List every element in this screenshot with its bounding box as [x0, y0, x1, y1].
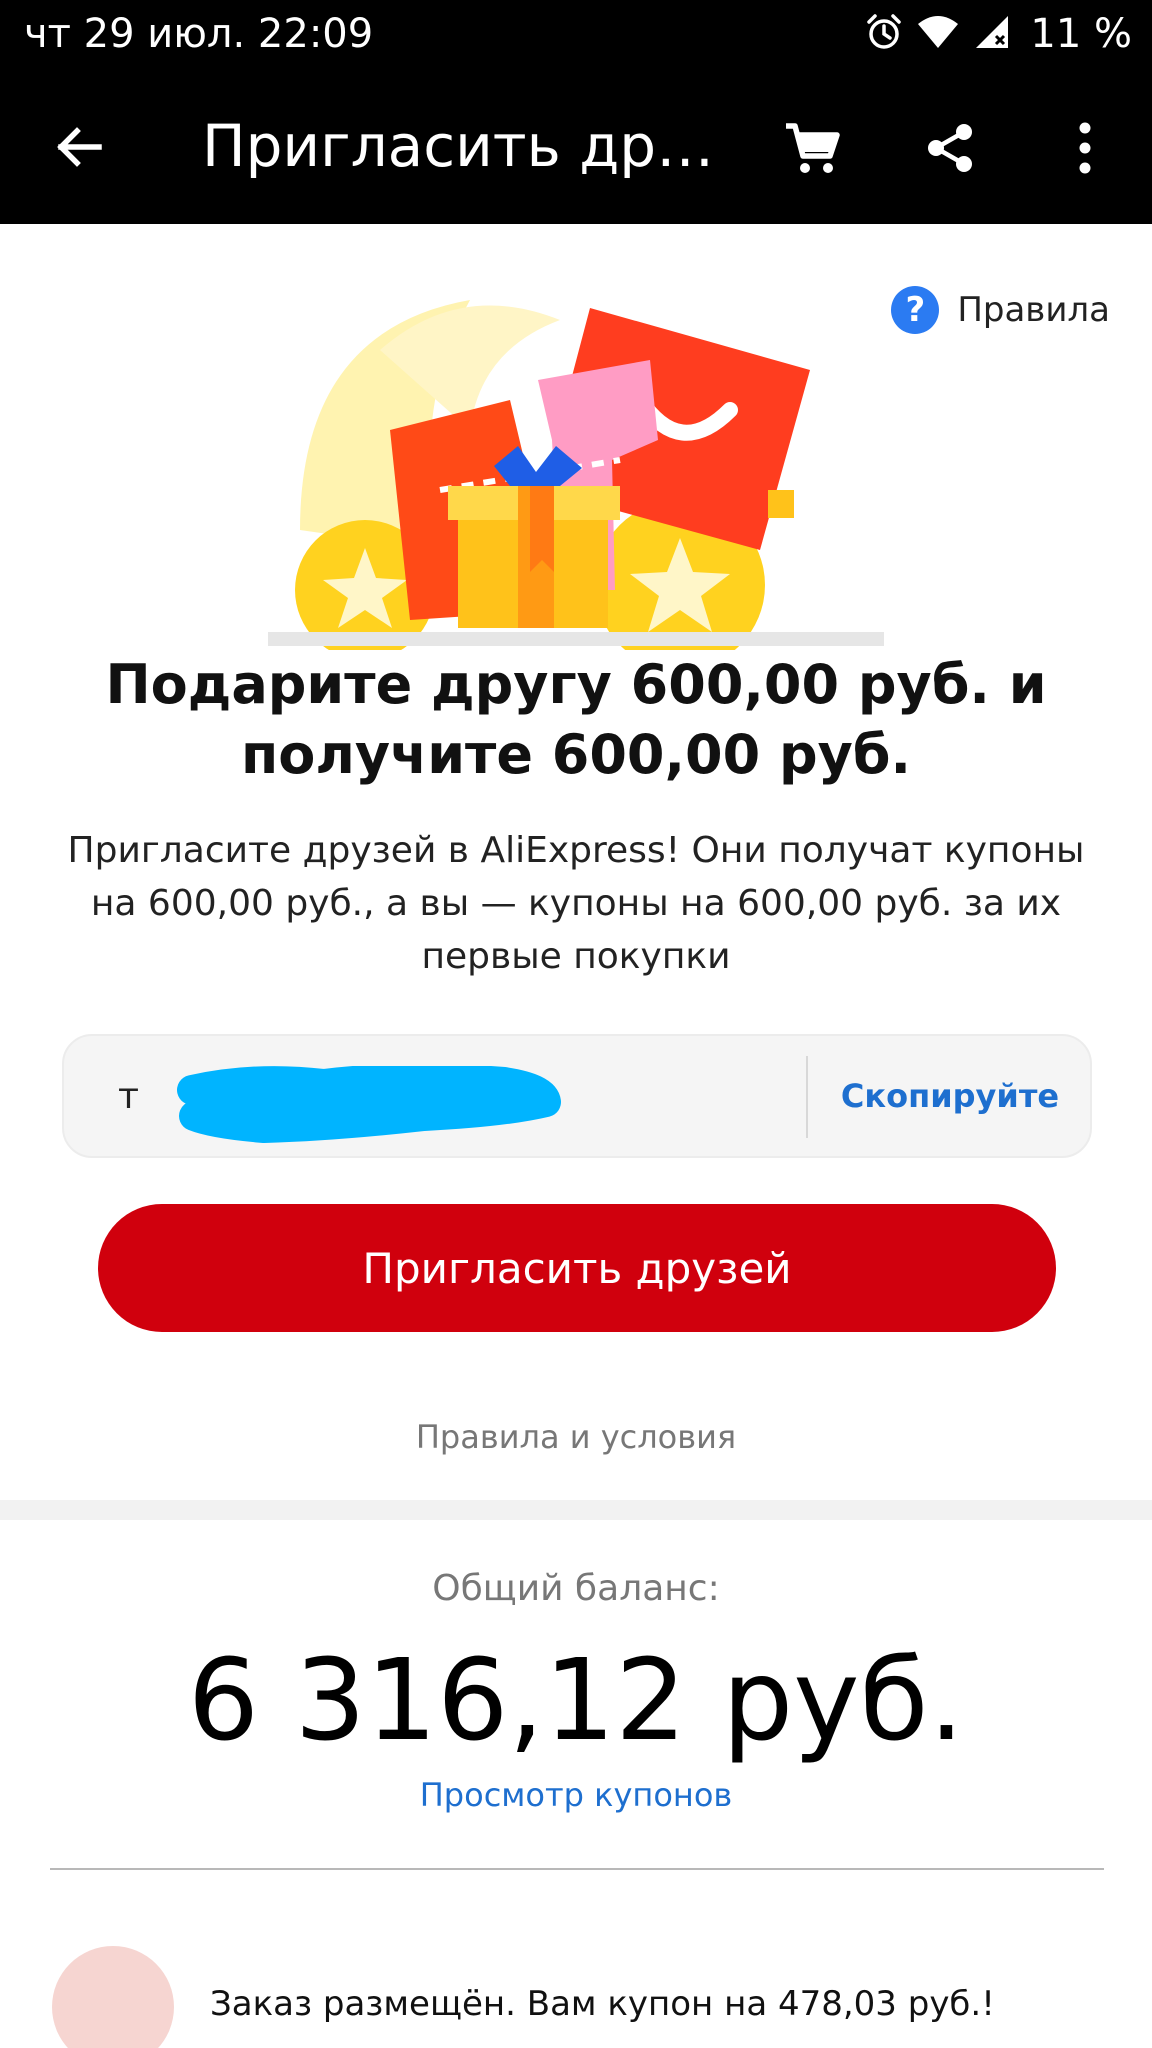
terms-link[interactable]: Правила и условия [0, 1418, 1152, 1456]
section-separator [0, 1500, 1152, 1520]
invite-friends-button[interactable]: Пригласить друзей [98, 1204, 1056, 1332]
more-button[interactable] [1050, 112, 1120, 184]
status-icons: 11 % [864, 10, 1132, 58]
copy-code-button[interactable]: Скопируйте [808, 1036, 1092, 1156]
balance-label: Общий баланс: [432, 1568, 720, 1609]
page-title: Пригласить дру... [202, 112, 722, 180]
gift-illustration [260, 290, 900, 670]
signal-icon [972, 12, 1012, 56]
status-time: чт 29 июл. 22:09 [24, 11, 374, 57]
rules-link[interactable]: ? Правила [891, 286, 1110, 334]
share-button[interactable] [914, 112, 986, 184]
redaction-scribble [177, 1066, 561, 1143]
promo-headline: Подарите другу 600,00 руб. и получите 60… [105, 653, 1047, 786]
invite-code-field: т Скопируйте [62, 1034, 1092, 1158]
rules-label: Правила [957, 290, 1110, 330]
more-icon [1079, 122, 1091, 174]
promo-description: Пригласите друзей в AliExpress! Они полу… [67, 830, 1085, 977]
history-item-text: Заказ размещён. Вам купон на 478,03 руб.… [210, 1984, 995, 2024]
app-bar: Пригласить дру... [0, 68, 1152, 224]
wifi-icon [916, 12, 960, 56]
battery-level: 11 % [1030, 11, 1132, 57]
cart-button[interactable] [776, 112, 848, 184]
view-coupons-link[interactable]: Просмотр купонов [0, 1776, 1152, 1814]
invite-code-value[interactable]: т [118, 1076, 139, 1117]
balance-amount: 6 316,12 руб. [187, 1636, 965, 1766]
back-arrow-icon [57, 127, 102, 167]
history-item-avatar [52, 1946, 174, 2048]
share-icon [928, 124, 972, 172]
cart-icon [786, 123, 840, 173]
divider [50, 1868, 1104, 1870]
status-bar: чт 29 июл. 22:09 11 % [0, 0, 1152, 68]
alarm-icon [864, 12, 904, 56]
back-button[interactable] [44, 112, 114, 182]
